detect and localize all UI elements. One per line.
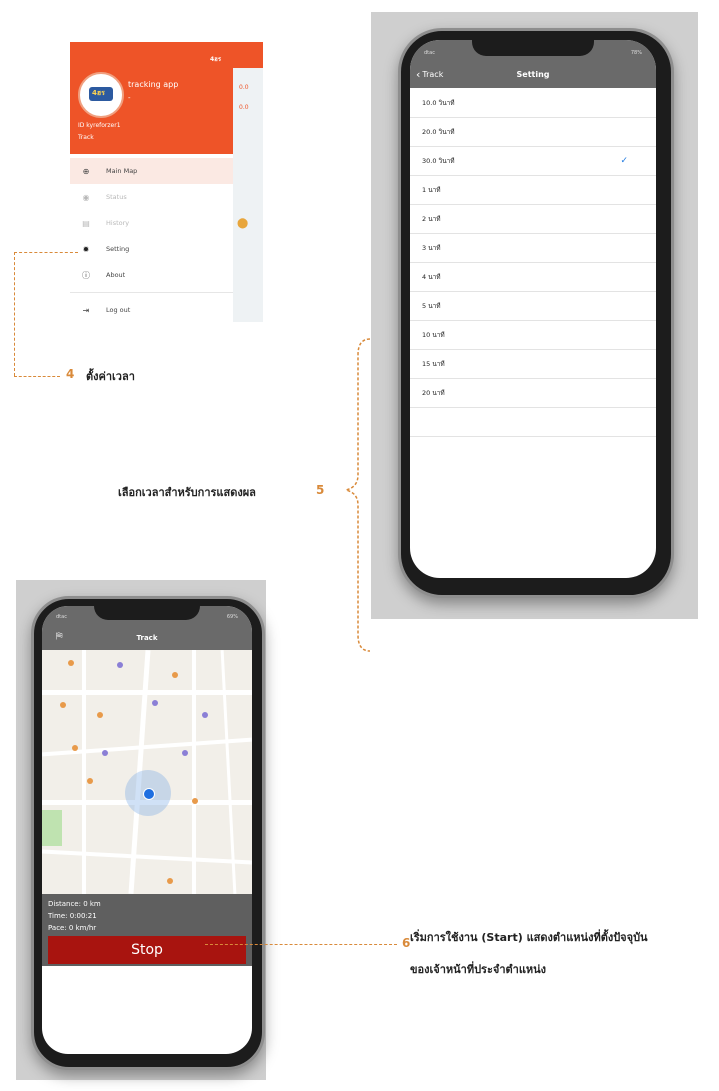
setting-option[interactable]: 1 นาที <box>410 175 656 205</box>
callout-6-text-line1: เริ่มการใช้งาน (Start) แสดงตำแหน่งที่ตั้… <box>410 931 648 944</box>
location-dot-icon <box>143 788 155 800</box>
callout-5-number: 5 <box>316 483 325 497</box>
stop-button[interactable]: Stop <box>48 936 246 964</box>
strip-value: 0.0 <box>239 84 249 91</box>
map-pin-icon: ⬤ <box>237 218 249 229</box>
track-stats-panel: Distance: 0 km Time: 0:00:21 Pace: 0 km/… <box>42 894 252 966</box>
menu-item-label: History <box>106 219 130 227</box>
list-icon: ▤ <box>82 218 90 228</box>
setting-option[interactable]: 20 นาที <box>410 378 656 408</box>
app-name: tracking app <box>128 80 179 89</box>
track-screen: dtac 69% ⛿ Track Distance: 0 km Time: 0:… <box>42 606 252 1054</box>
setting-option-label: 20.0 วินาที <box>422 127 455 136</box>
menu-item-setting[interactable]: ✹ Setting <box>70 236 233 262</box>
menu-item-status[interactable]: ◉ Status <box>70 184 233 210</box>
menu-item-main-map[interactable]: ⊕ Main Map <box>70 158 233 184</box>
callout-4-line-top <box>14 252 78 253</box>
distance-text: Distance: 0 km <box>48 900 101 908</box>
eye-icon: ◉ <box>82 192 90 202</box>
map-view[interactable] <box>42 650 252 894</box>
status-battery: 69% <box>226 614 238 620</box>
track-title: Track <box>136 634 158 642</box>
setting-option[interactable]: 20.0 วินาที <box>410 117 656 147</box>
status-battery: 78% <box>630 50 642 56</box>
menu-item-label: Setting <box>106 245 130 253</box>
menu-item-label: Status <box>106 193 127 201</box>
setting-option-label: 2 นาที <box>422 214 441 223</box>
setting-title: Setting <box>516 70 550 79</box>
globe-icon: ⊕ <box>82 166 90 176</box>
map-strip: 0.0 0.0 ⬤ <box>233 42 263 322</box>
setting-option[interactable]: 4 นาที <box>410 262 656 292</box>
menu-item-label: Log out <box>106 306 131 314</box>
setting-option[interactable]: 10.0 วินาที <box>410 88 656 118</box>
setting-option-label: 15 นาที <box>422 359 445 368</box>
callout-4-text: ตั้งค่าเวลา <box>86 370 135 383</box>
callout-6-text-line2: ของเจ้าหน้าที่ประจำตำแหน่ง <box>410 963 547 976</box>
avatar-logo: 4ฮร <box>92 89 105 97</box>
logout-icon: ⇥ <box>82 305 90 315</box>
user-id: ID kyreforzer1 <box>78 122 121 129</box>
setting-option[interactable]: 2 นาที <box>410 204 656 234</box>
callout-4-number: 4 <box>66 367 75 381</box>
pace-text: Pace: 0 km/hr <box>48 924 97 932</box>
setting-option-label: 10 นาที <box>422 330 445 339</box>
callout-5-text: เลือกเวลาสำหรับการแสดงผล <box>118 486 256 499</box>
callout-6-line <box>205 944 397 945</box>
setting-option[interactable]: 5 นาที <box>410 291 656 321</box>
setting-option-label: 4 นาที <box>422 272 441 281</box>
logo: 4ฮร <box>210 56 222 63</box>
drawer-menu-screenshot: 0.0 0.0 ⬤ 4ฮร 4ฮร tracking app - ID kyre… <box>70 42 263 322</box>
user-name: Track <box>78 134 94 141</box>
menu-item-logout[interactable]: ⇥ Log out <box>70 297 233 322</box>
status-carrier: dtac <box>56 614 67 620</box>
setting-screen: dtac 78% ‹ Track Setting 10.0 วินาที 20.0… <box>410 40 656 578</box>
time-text: Time: 0:00:21 <box>48 912 97 920</box>
checkmark-icon: ✓ <box>620 155 628 166</box>
setting-option[interactable]: 15 นาที <box>410 349 656 379</box>
setting-option[interactable]: 30.0 วินาที ✓ <box>410 146 656 176</box>
status-carrier: dtac <box>424 50 435 56</box>
menu-item-label: Main Map <box>106 167 138 175</box>
setting-option[interactable]: 10 นาที <box>410 320 656 350</box>
callout-4-line-vertical <box>14 252 15 376</box>
notch <box>94 606 200 620</box>
menu-item-label: About <box>106 271 126 279</box>
setting-option[interactable]: 3 นาที <box>410 233 656 263</box>
gear-icon: ✹ <box>82 244 90 254</box>
setting-option-label: 3 นาที <box>422 243 441 252</box>
info-icon: ⓘ <box>82 270 90 280</box>
setting-empty-row <box>410 407 656 437</box>
callout-5-brace <box>345 338 371 652</box>
callout-4-line-bottom <box>14 376 60 377</box>
app-subtitle: - <box>128 94 131 102</box>
notch <box>472 40 594 56</box>
menu-item-about[interactable]: ⓘ About <box>70 262 233 288</box>
setting-option-label: 10.0 วินาที <box>422 98 455 107</box>
menu-item-history[interactable]: ▤ History <box>70 210 233 236</box>
setting-option-label: 1 นาที <box>422 185 441 194</box>
avatar: 4ฮร <box>78 72 124 118</box>
setting-option-label: 30.0 วินาที <box>422 156 455 165</box>
strip-value: 0.0 <box>239 104 249 111</box>
setting-option-label: 20 นาที <box>422 388 445 397</box>
divider <box>70 292 233 293</box>
setting-option-label: 5 นาที <box>422 301 441 310</box>
